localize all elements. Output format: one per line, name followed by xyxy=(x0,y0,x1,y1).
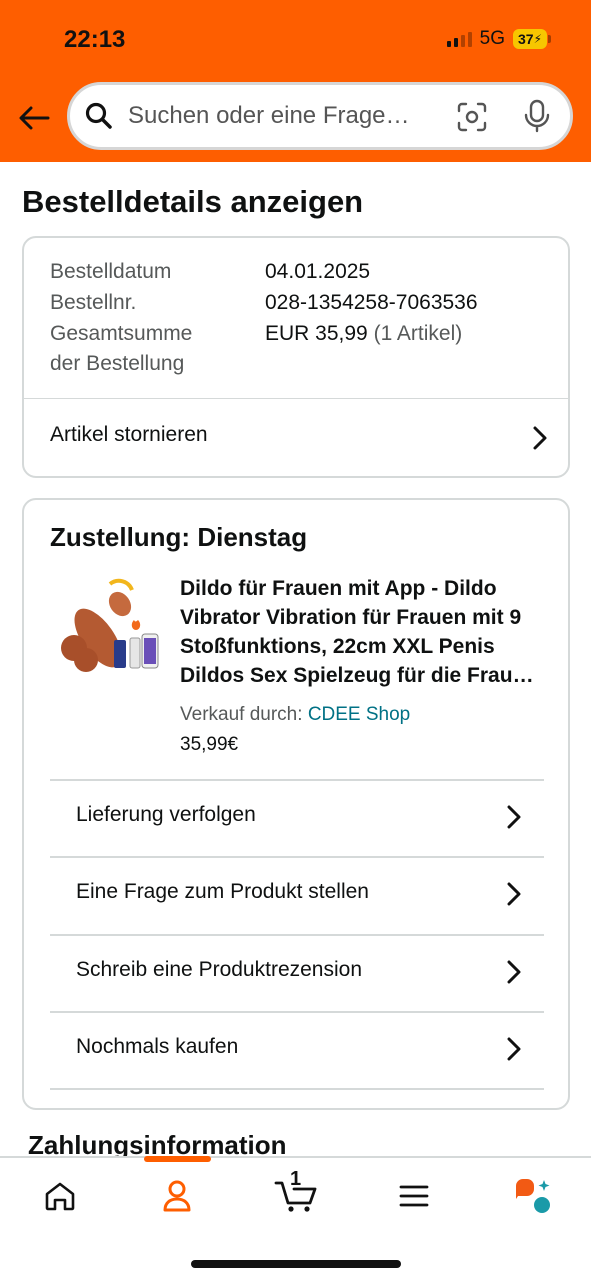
seller-info: Verkauf durch: CDEE Shop xyxy=(180,704,410,726)
buy-again-label: Nochmals kaufen xyxy=(76,1035,239,1058)
delivery-title: Zustellung: Dienstag xyxy=(50,522,308,552)
search-icon xyxy=(84,101,114,131)
order-number-value: 028-1354258-7063536 xyxy=(265,291,478,314)
search-placeholder: Suchen oder eine Frage… xyxy=(128,102,410,129)
ask-question-row[interactable]: Eine Frage zum Produkt stellen xyxy=(24,858,568,934)
order-date-label: Bestelldatum xyxy=(50,260,172,283)
order-total-value: EUR 35,99 (1 Artikel) xyxy=(265,322,462,346)
home-indicator xyxy=(191,1260,401,1268)
delivery-card: Zustellung: Dienstag Dildo für Frauen mi… xyxy=(22,498,570,1110)
microphone-icon[interactable] xyxy=(522,99,552,133)
order-total-amount: EUR 35,99 xyxy=(265,322,368,345)
camera-search-icon[interactable] xyxy=(456,101,488,133)
account-icon[interactable] xyxy=(155,1176,199,1216)
app-header: 22:13 5G 37 ⚡ Suchen oder eine Frage… xyxy=(0,0,591,162)
signal-icon xyxy=(446,31,472,47)
write-review-label: Schreib eine Produktrezension xyxy=(76,958,363,981)
seller-link[interactable]: CDEE Shop xyxy=(308,704,410,725)
write-review-row[interactable]: Schreib eine Produktrezension xyxy=(24,936,568,1012)
status-indicators: 5G 37 ⚡ xyxy=(446,28,551,50)
cancel-items-label: Artikel stornieren xyxy=(50,423,208,446)
home-icon[interactable] xyxy=(38,1176,82,1216)
back-arrow-icon[interactable] xyxy=(16,100,52,136)
divider xyxy=(50,1088,544,1090)
order-number-label: Bestellnr. xyxy=(50,291,137,314)
chevron-right-icon xyxy=(507,805,521,829)
cart-count: 1 xyxy=(290,1168,302,1190)
network-type: 5G xyxy=(479,28,505,49)
order-date-value: 04.01.2025 xyxy=(265,260,371,283)
chevron-right-icon xyxy=(533,426,547,450)
buy-again-row[interactable]: Nochmals kaufen xyxy=(24,1013,568,1089)
chevron-right-icon xyxy=(507,882,521,906)
active-tab-indicator xyxy=(144,1156,211,1162)
rufus-assistant-icon[interactable] xyxy=(510,1176,554,1216)
seller-label: Verkauf durch: xyxy=(180,704,303,725)
battery-level: 37 xyxy=(517,31,534,47)
cancel-items-row[interactable]: Artikel stornieren xyxy=(24,399,568,478)
chevron-right-icon xyxy=(507,960,521,984)
track-delivery-row[interactable]: Lieferung verfolgen xyxy=(24,781,568,857)
order-total-label-2: der Bestellung xyxy=(50,352,185,375)
track-delivery-label: Lieferung verfolgen xyxy=(76,803,256,826)
product-image[interactable] xyxy=(50,572,160,682)
product-price: 35,99€ xyxy=(180,734,239,755)
order-summary-card: Bestelldatum 04.01.2025 Bestellnr. 028-1… xyxy=(22,236,570,478)
chevron-right-icon xyxy=(507,1037,521,1061)
battery-icon: 37 ⚡ xyxy=(513,29,551,49)
search-input[interactable]: Suchen oder eine Frage… xyxy=(67,82,573,150)
order-total-label: Gesamtsumme xyxy=(50,322,193,345)
page-title: Bestelldetails anzeigen xyxy=(22,184,364,219)
product-title-link[interactable]: Dildo für Frauen mit App - Dildo Vibrato… xyxy=(180,574,546,690)
status-time: 22:13 xyxy=(64,26,126,53)
order-total-items: (1 Artikel) xyxy=(373,322,463,345)
ask-question-label: Eine Frage zum Produkt stellen xyxy=(76,880,369,903)
menu-icon[interactable] xyxy=(392,1176,436,1216)
